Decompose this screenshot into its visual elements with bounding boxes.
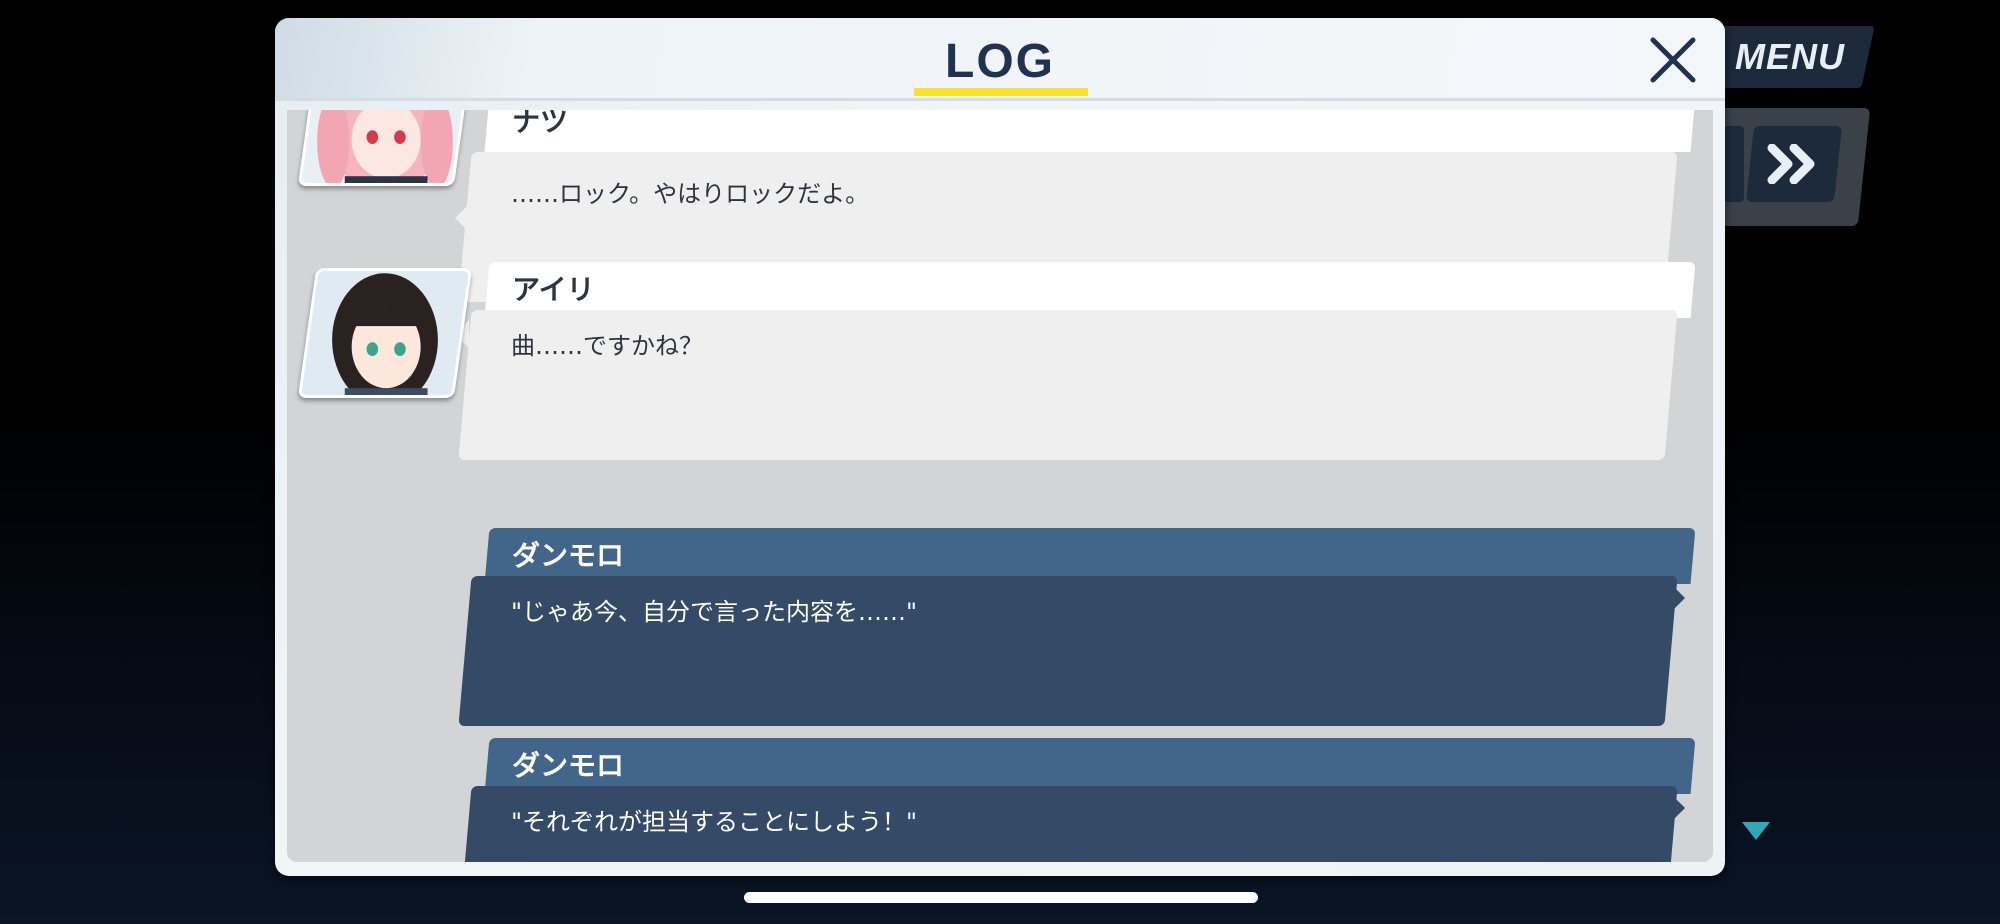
message-pointer (1671, 584, 1685, 612)
log-list[interactable]: ナツ ……ロック。やはりロックだよ。 アイリ 曲……ですかね？ ダンモロ "じゃ… (287, 110, 1713, 862)
message-text: ……ロック。やはりロックだよ。 (511, 180, 870, 208)
black-hair-girl-portrait (298, 268, 472, 398)
speaker-name: ダンモロ (512, 539, 625, 572)
fast-forward-button[interactable] (1746, 126, 1842, 202)
speaker-name: ダンモロ (512, 749, 625, 782)
log-modal: LOG ナツ ……ロック。やはりロックだよ。 アイリ 曲……ですかね？ ダンモロ… (275, 18, 1725, 876)
scroll-down-indicator-icon[interactable] (1742, 822, 1770, 840)
close-icon (1650, 37, 1696, 83)
message-text: 曲……ですかね？ (511, 332, 703, 360)
message-pointer (1671, 794, 1685, 822)
avatar (297, 268, 473, 398)
avatar (297, 110, 473, 186)
title-underline (914, 88, 1088, 96)
speaker-name-bar (484, 110, 1696, 152)
message-text: "それぞれが担当することにしよう！" (511, 808, 918, 836)
speaker-name: アイリ (512, 273, 595, 306)
log-title: LOG (945, 35, 1055, 88)
pink-hair-girl-portrait (298, 110, 472, 186)
menu-label: MENU (1735, 36, 1845, 77)
log-entry: ナツ ……ロック。やはりロックだよ。 (287, 110, 1713, 302)
speaker-name: ナツ (512, 110, 569, 138)
log-entry: アイリ 曲……ですかね？ (287, 262, 1713, 462)
double-chevron-right-icon (1767, 144, 1815, 184)
menu-button[interactable]: MENU (1705, 26, 1875, 88)
auto-button[interactable] (1724, 126, 1744, 202)
home-indicator[interactable] (744, 892, 1258, 903)
close-button[interactable] (1645, 32, 1701, 88)
log-header: LOG (275, 18, 1725, 101)
log-entry: ダンモロ "じゃあ今、自分で言った内容を……" (287, 528, 1713, 728)
log-entry: ダンモロ "それぞれが担当することにしよう！" (287, 738, 1713, 862)
message-pointer (455, 204, 469, 232)
message-text: "じゃあ今、自分で言った内容を……" (511, 598, 918, 626)
